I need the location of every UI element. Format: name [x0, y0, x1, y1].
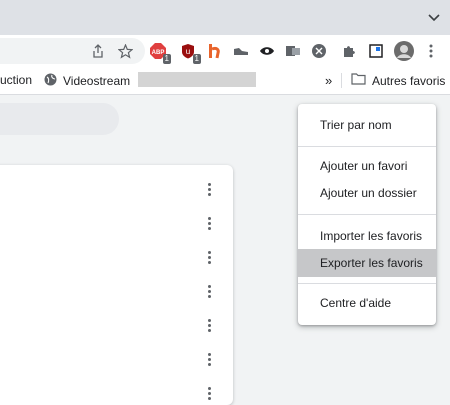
ublock-badge: 1	[192, 54, 201, 64]
bookmarks-search-input[interactable]	[0, 103, 119, 135]
reading-mode-icon[interactable]	[368, 43, 384, 59]
adblock-icon[interactable]: ABP 1	[150, 43, 171, 64]
item-more-icon[interactable]	[203, 351, 215, 367]
share-icon[interactable]	[90, 43, 106, 59]
organize-menu: Trier par nom Ajouter un favori Ajouter …	[298, 104, 436, 325]
overflow-chevron-icon: »	[325, 73, 333, 88]
item-more-icon[interactable]	[203, 385, 215, 401]
bookmark-label: Videostream	[63, 74, 131, 88]
honey-icon[interactable]	[207, 43, 223, 59]
bookmark-item[interactable]: uction	[0, 73, 32, 87]
menu-item-import-bookmarks[interactable]: Importer les favoris	[298, 222, 436, 250]
item-more-icon[interactable]	[203, 317, 215, 333]
vpn-icon[interactable]	[311, 43, 327, 59]
bookmark-label: uction	[0, 73, 33, 87]
menu-item-add-bookmark[interactable]: Ajouter un favori	[298, 152, 436, 180]
bookmarks-list-card	[0, 165, 233, 405]
bookmarks-overflow-button[interactable]: »	[325, 73, 332, 88]
more-menu-icon[interactable]	[423, 43, 439, 59]
shoe-icon[interactable]	[233, 43, 249, 59]
item-more-icon[interactable]	[203, 181, 215, 197]
blurred-bookmark	[138, 72, 256, 87]
other-bookmarks-label: Autres favoris	[372, 73, 446, 88]
bookmark-star-icon[interactable]	[117, 43, 133, 59]
menu-item-sort-by-name[interactable]: Trier par nom	[298, 111, 436, 139]
globe-icon	[44, 73, 57, 89]
puzzle-extensions-icon[interactable]	[341, 43, 357, 59]
ublock-icon[interactable]: u 1	[180, 43, 201, 64]
menu-item-add-folder[interactable]: Ajouter un dossier	[298, 179, 436, 207]
adblock-badge: 1	[162, 54, 171, 64]
item-more-icon[interactable]	[203, 249, 215, 265]
menu-separator	[298, 283, 436, 284]
office-icon[interactable]	[285, 43, 301, 59]
browser-toolbar: ABP 1 u 1	[0, 35, 450, 67]
other-bookmarks-folder[interactable]: Autres favoris	[351, 73, 445, 88]
bookmarks-bar: uction Videostream » Autres favoris	[0, 67, 450, 95]
bookmark-videostream[interactable]: Videostream	[44, 73, 130, 89]
bookmarks-divider	[341, 73, 342, 88]
tab-search-chevron-icon[interactable]	[428, 9, 440, 25]
eye-icon[interactable]	[259, 43, 275, 59]
tab-strip	[0, 0, 450, 35]
menu-separator	[298, 146, 436, 147]
item-more-icon[interactable]	[203, 283, 215, 299]
menu-item-help-center[interactable]: Centre d'aide	[298, 289, 436, 317]
folder-icon	[351, 73, 366, 88]
menu-separator	[298, 214, 436, 215]
menu-item-export-bookmarks[interactable]: Exporter les favoris	[298, 249, 436, 277]
item-more-icon[interactable]	[203, 215, 215, 231]
avatar[interactable]	[394, 41, 414, 61]
ublock-label: u	[186, 47, 190, 56]
